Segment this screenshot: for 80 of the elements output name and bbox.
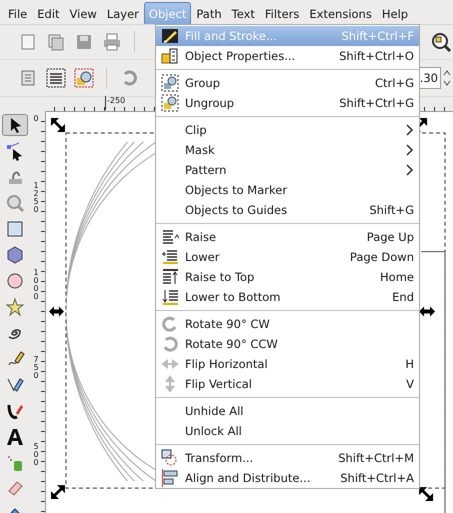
menu-item[interactable]: Clip (156, 120, 419, 140)
ruler-label: 0 (32, 115, 40, 123)
shortcut-label: Page Down (350, 250, 414, 264)
shortcut-label: Page Up (366, 230, 414, 244)
raise-icon (161, 228, 179, 246)
zoom-icon (5, 193, 25, 213)
menu-item[interactable]: Flip Vertical V (156, 374, 419, 394)
menu-item[interactable]: Object Properties... Shift+Ctrl+O (156, 46, 419, 66)
align-icon (161, 469, 179, 487)
chevron-right-icon (406, 124, 414, 136)
menu-title[interactable]: View (64, 2, 102, 24)
menu-item[interactable]: Unhide All (156, 401, 419, 421)
shortcut-label: End (392, 290, 414, 304)
shortcut-label: Shift+Ctrl+F (342, 29, 414, 43)
tool-button[interactable] (2, 114, 28, 136)
lower-icon (161, 248, 179, 266)
menu-title[interactable]: Text (226, 2, 260, 24)
cube-icon (5, 245, 25, 265)
shortcut-label: Shift+Ctrl+G (339, 96, 414, 110)
menu-item[interactable]: Objects to Marker (156, 180, 419, 200)
menu-item[interactable]: Flip Horizontal H (156, 354, 419, 374)
chevron-right-icon (406, 144, 414, 156)
transform-icon (161, 449, 179, 467)
ungroup-icon (161, 94, 179, 112)
chevron-right-icon (406, 164, 414, 176)
lower-to-bottom-icon (161, 288, 179, 306)
group-icon (161, 74, 179, 92)
properties-icon (161, 47, 179, 65)
menu-item[interactable]: Raise Page Up (156, 227, 419, 247)
menu-title[interactable]: Path (191, 2, 227, 24)
scale-handle-icon (51, 118, 65, 132)
shortcut-label: Shift+Ctrl+O (339, 49, 414, 63)
menu-item[interactable]: Transform... Shift+Ctrl+M (156, 448, 419, 468)
menu-title[interactable]: Extensions (304, 2, 377, 24)
menu-title[interactable]: Help (376, 2, 414, 24)
menu-item[interactable]: Ungroup Shift+Ctrl+G (156, 93, 419, 113)
selection-icon (74, 68, 94, 88)
menu-item[interactable]: Pattern (156, 160, 419, 180)
menu-title[interactable]: File (3, 2, 32, 24)
floppy-icon (74, 32, 94, 52)
ellipse-icon (5, 271, 25, 291)
menu-item[interactable]: Mask (156, 140, 419, 160)
shortcut-label: H (405, 357, 414, 371)
star-icon (5, 297, 25, 317)
ruler-label: 1250 (32, 182, 40, 214)
menu-item[interactable]: Raise to Top Home (156, 267, 419, 287)
shortcut-label: Home (380, 270, 414, 284)
menu-item[interactable]: Objects to Guides Shift+G (156, 200, 419, 220)
menu-title[interactable]: Filters (260, 2, 304, 24)
menu-item[interactable]: Rotate 90° CCW (156, 334, 419, 354)
shortcut-label: Shift+G (369, 203, 414, 217)
raise-to-top-icon (161, 268, 179, 286)
layers-icon (46, 68, 66, 88)
rotate-icon (161, 315, 179, 333)
rectangle-icon (5, 219, 25, 239)
brush-icon (161, 27, 179, 45)
menu-item[interactable]: Lower to Bottom End (156, 287, 419, 307)
zoom-icon[interactable] (431, 32, 451, 52)
shortcut-label: V (406, 377, 414, 391)
stretch-handle-icon (49, 306, 64, 316)
menu-item[interactable]: Unlock All (156, 421, 419, 441)
stretch-handle-icon (419, 306, 436, 316)
menu-title[interactable]: Edit (32, 2, 65, 24)
menu-item[interactable]: Align and Distribute... Shift+Ctrl+A (156, 468, 419, 488)
ruler-label: 500 (32, 443, 40, 467)
ruler-label: 750 (32, 356, 40, 380)
menu-title[interactable]: Layer (102, 2, 144, 24)
documents-icon (46, 32, 66, 52)
menu-item[interactable]: Lower Page Down (156, 247, 419, 267)
shortcut-label: Shift+Ctrl+A (340, 471, 414, 485)
spray-icon (5, 453, 25, 473)
ruler-label: -250 (105, 96, 126, 110)
scale-handle-icon (419, 487, 434, 502)
rotate-icon (161, 335, 179, 353)
text-tool-icon (5, 427, 25, 447)
shortcut-label: Shift+Ctrl+M (338, 451, 414, 465)
scale-handle-icon (51, 485, 65, 500)
menu-item[interactable]: Rotate 90° CW (156, 314, 419, 334)
ruler-label: 1000 (32, 269, 40, 301)
printer-icon (102, 32, 122, 52)
